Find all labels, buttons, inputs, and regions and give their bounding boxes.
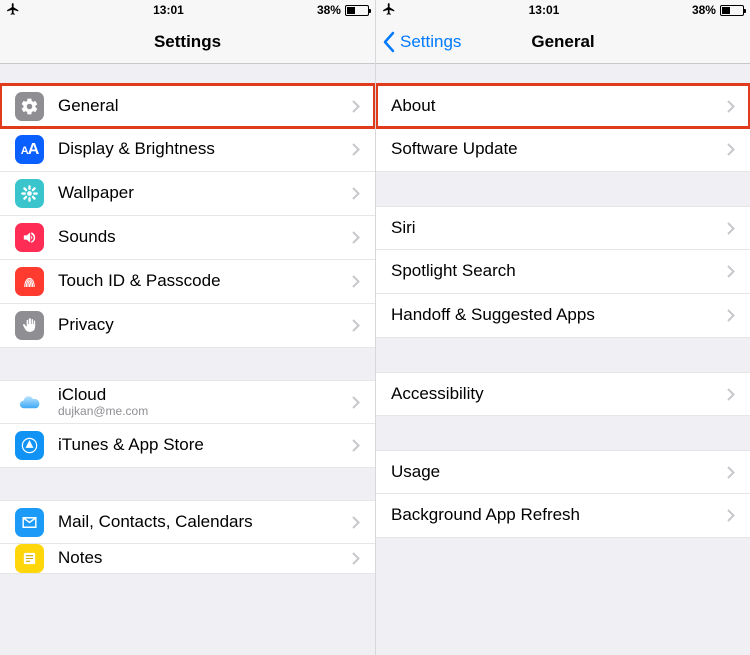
- chevron-right-icon: [352, 100, 360, 113]
- row-siri[interactable]: Siri: [376, 206, 750, 250]
- row-label: Privacy: [58, 316, 352, 335]
- airplane-icon: [6, 2, 20, 19]
- row-usage[interactable]: Usage: [376, 450, 750, 494]
- row-label: Notes: [58, 549, 352, 568]
- hand-icon: [15, 311, 44, 340]
- row-about[interactable]: About: [376, 84, 750, 128]
- row-handoff[interactable]: Handoff & Suggested Apps: [376, 294, 750, 338]
- page-title: Settings: [0, 32, 375, 52]
- chevron-right-icon: [352, 143, 360, 156]
- cloud-icon: [15, 388, 44, 417]
- status-bar: 13:01 38%: [376, 0, 750, 20]
- text-size-icon: AA: [15, 135, 44, 164]
- row-label: Siri: [391, 219, 727, 238]
- row-label: Touch ID & Passcode: [58, 272, 352, 291]
- row-label: Display & Brightness: [58, 140, 352, 159]
- row-label: Software Update: [391, 140, 727, 159]
- row-spotlight-search[interactable]: Spotlight Search: [376, 250, 750, 294]
- flower-icon: [15, 179, 44, 208]
- row-label: Accessibility: [391, 385, 727, 404]
- chevron-right-icon: [727, 509, 735, 522]
- row-touchid-passcode[interactable]: Touch ID & Passcode: [0, 260, 375, 304]
- status-bar: 13:01 38%: [0, 0, 375, 20]
- chevron-right-icon: [352, 231, 360, 244]
- row-wallpaper[interactable]: Wallpaper: [0, 172, 375, 216]
- back-label: Settings: [400, 32, 461, 52]
- chevron-right-icon: [727, 388, 735, 401]
- battery-icon: [720, 5, 744, 16]
- row-label: Wallpaper: [58, 184, 352, 203]
- row-notes[interactable]: Notes: [0, 544, 375, 574]
- chevron-right-icon: [727, 309, 735, 322]
- row-label: Spotlight Search: [391, 262, 727, 281]
- settings-list[interactable]: General AA Display & Brightness Wallpape…: [0, 64, 375, 655]
- row-label: iCloud: [58, 386, 352, 405]
- chevron-right-icon: [727, 100, 735, 113]
- chevron-right-icon: [352, 319, 360, 332]
- battery-text: 38%: [692, 3, 716, 17]
- row-label: About: [391, 97, 727, 116]
- row-software-update[interactable]: Software Update: [376, 128, 750, 172]
- battery-icon: [345, 5, 369, 16]
- back-button[interactable]: Settings: [376, 31, 461, 53]
- row-label: General: [58, 97, 352, 116]
- row-label: Sounds: [58, 228, 352, 247]
- chevron-right-icon: [352, 439, 360, 452]
- chevron-right-icon: [352, 552, 360, 565]
- appstore-icon: [15, 431, 44, 460]
- chevron-right-icon: [727, 143, 735, 156]
- row-general[interactable]: General: [0, 84, 375, 128]
- chevron-right-icon: [352, 396, 360, 409]
- phone-general: 13:01 38% Settings General About Softwar…: [375, 0, 750, 655]
- chevron-right-icon: [727, 265, 735, 278]
- row-accessibility[interactable]: Accessibility: [376, 372, 750, 416]
- notes-icon: [15, 544, 44, 573]
- row-label: Handoff & Suggested Apps: [391, 306, 727, 325]
- gear-icon: [15, 92, 44, 121]
- airplane-icon: [382, 2, 396, 19]
- chevron-right-icon: [352, 187, 360, 200]
- status-time: 13:01: [529, 3, 560, 17]
- row-background-app-refresh[interactable]: Background App Refresh: [376, 494, 750, 538]
- fingerprint-icon: [15, 267, 44, 296]
- general-list[interactable]: About Software Update Siri Spotlight Sea…: [376, 64, 750, 655]
- phone-settings: 13:01 38% Settings General AA Display & …: [0, 0, 375, 655]
- mail-icon: [15, 508, 44, 537]
- row-label: Mail, Contacts, Calendars: [58, 513, 352, 532]
- row-label: Usage: [391, 463, 727, 482]
- status-time: 13:01: [153, 3, 184, 17]
- row-itunes-appstore[interactable]: iTunes & App Store: [0, 424, 375, 468]
- chevron-left-icon: [382, 31, 396, 53]
- nav-bar: Settings General: [376, 20, 750, 64]
- chevron-right-icon: [352, 516, 360, 529]
- chevron-right-icon: [727, 466, 735, 479]
- row-label: Background App Refresh: [391, 506, 727, 525]
- speaker-icon: [15, 223, 44, 252]
- chevron-right-icon: [727, 222, 735, 235]
- row-sublabel: dujkan@me.com: [58, 405, 352, 418]
- row-privacy[interactable]: Privacy: [0, 304, 375, 348]
- battery-text: 38%: [317, 3, 341, 17]
- row-label: iTunes & App Store: [58, 436, 352, 455]
- row-icloud[interactable]: iCloud dujkan@me.com: [0, 380, 375, 424]
- row-display-brightness[interactable]: AA Display & Brightness: [0, 128, 375, 172]
- row-sounds[interactable]: Sounds: [0, 216, 375, 260]
- row-mail-contacts-calendars[interactable]: Mail, Contacts, Calendars: [0, 500, 375, 544]
- nav-bar: Settings: [0, 20, 375, 64]
- chevron-right-icon: [352, 275, 360, 288]
